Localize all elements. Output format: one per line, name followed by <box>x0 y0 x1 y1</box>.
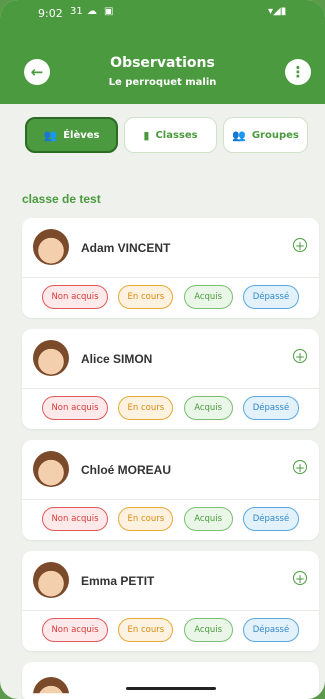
chip-en-cours[interactable]: En cours <box>118 507 174 531</box>
status-time: 9:02 <box>38 7 63 20</box>
chip-acquis[interactable]: Acquis <box>183 618 233 642</box>
add-observation-button[interactable]: + <box>293 460 307 475</box>
chip-acquis[interactable]: Acquis <box>183 396 233 420</box>
student-card-partial[interactable] <box>22 662 319 699</box>
signal-icons: ▾◢▮ <box>268 6 287 17</box>
tab-groupes[interactable]: 👥 Groupes <box>223 117 308 153</box>
plus-icon: + <box>294 572 306 586</box>
student-list: Adam VINCENT + Non acquis En cours Acqui… <box>22 218 319 699</box>
avatar <box>33 451 69 487</box>
divider <box>22 610 319 611</box>
plus-icon: + <box>294 239 306 253</box>
tab-classes[interactable]: ▮ Classes <box>124 117 217 153</box>
student-name: Emma PETIT <box>81 574 155 588</box>
level-chips: Non acquis En cours Acquis Dépassé <box>42 507 299 531</box>
plus-icon: + <box>294 461 306 475</box>
chip-en-cours[interactable]: En cours <box>118 396 174 420</box>
student-card[interactable]: Emma PETIT + Non acquis En cours Acquis … <box>22 551 319 651</box>
page-title: Observations <box>110 55 215 71</box>
chip-depasse[interactable]: Dépassé <box>242 507 299 531</box>
people-icon: 👥 <box>232 128 246 142</box>
divider <box>22 499 319 500</box>
student-name: Adam VINCENT <box>81 241 171 255</box>
chip-en-cours[interactable]: En cours <box>118 285 174 309</box>
level-chips: Non acquis En cours Acquis Dépassé <box>42 396 299 420</box>
student-card[interactable]: Alice SIMON + Non acquis En cours Acquis… <box>22 329 319 429</box>
status-bar: 9:02 31 ☁ ▣ ▾◢▮ <box>0 0 325 26</box>
chip-en-cours[interactable]: En cours <box>118 618 174 642</box>
student-card[interactable]: Chloé MOREAU + Non acquis En cours Acqui… <box>22 440 319 540</box>
level-chips: Non acquis En cours Acquis Dépassé <box>42 285 299 309</box>
student-name: Alice SIMON <box>81 352 153 366</box>
image-icon: ▣ <box>104 6 114 17</box>
tab-label: Classes <box>155 129 198 141</box>
tab-label: Groupes <box>251 129 299 141</box>
people-icon: 👥 <box>43 128 58 142</box>
tab-label: Élèves <box>63 129 100 141</box>
chip-non-acquis[interactable]: Non acquis <box>42 618 108 642</box>
app-header: 9:02 31 ☁ ▣ ▾◢▮ ← Observations Le perroq… <box>0 0 325 104</box>
tab-bar: 👥 Élèves ▮ Classes 👥 Groupes <box>0 117 325 157</box>
plus-icon: + <box>294 350 306 364</box>
class-section-title: classe de test <box>22 192 101 206</box>
avatar <box>33 677 69 694</box>
calendar-icon: 31 <box>70 6 83 17</box>
book-icon: ▮ <box>143 128 150 142</box>
level-chips: Non acquis En cours Acquis Dépassé <box>42 618 299 642</box>
more-button[interactable]: ⋮ <box>285 59 311 85</box>
add-observation-button[interactable]: + <box>293 571 307 586</box>
vertical-dots-icon: ⋮ <box>290 63 306 81</box>
page-subtitle: Le perroquet malin <box>108 77 217 88</box>
avatar <box>33 340 69 376</box>
chip-depasse[interactable]: Dépassé <box>242 285 299 309</box>
chip-acquis[interactable]: Acquis <box>183 285 233 309</box>
app-screen: 9:02 31 ☁ ▣ ▾◢▮ ← Observations Le perroq… <box>0 0 325 699</box>
chip-acquis[interactable]: Acquis <box>183 507 233 531</box>
divider <box>22 277 319 278</box>
chip-depasse[interactable]: Dépassé <box>242 396 299 420</box>
home-indicator[interactable] <box>126 687 216 690</box>
student-name: Chloé MOREAU <box>81 463 171 477</box>
divider <box>22 388 319 389</box>
avatar <box>33 229 69 265</box>
chip-non-acquis[interactable]: Non acquis <box>42 507 108 531</box>
chip-non-acquis[interactable]: Non acquis <box>42 285 108 309</box>
avatar <box>33 562 69 598</box>
add-observation-button[interactable]: + <box>293 238 307 253</box>
cloud-icon: ☁ <box>87 6 97 17</box>
chip-non-acquis[interactable]: Non acquis <box>42 396 108 420</box>
add-observation-button[interactable]: + <box>293 349 307 364</box>
tab-eleves[interactable]: 👥 Élèves <box>25 117 118 153</box>
student-card[interactable]: Adam VINCENT + Non acquis En cours Acqui… <box>22 218 319 318</box>
chip-depasse[interactable]: Dépassé <box>242 618 299 642</box>
